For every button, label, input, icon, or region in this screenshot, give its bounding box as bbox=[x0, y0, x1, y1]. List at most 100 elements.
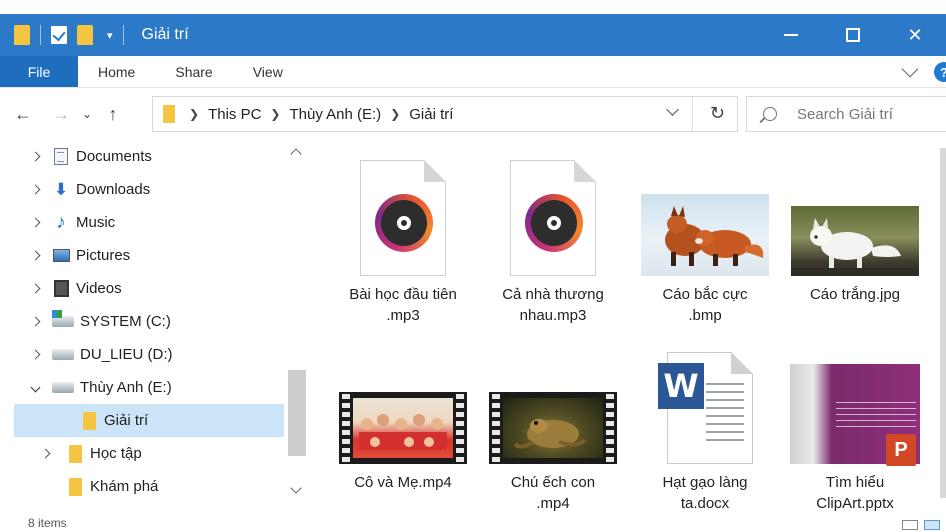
expand-icon[interactable] bbox=[30, 184, 42, 196]
file-name: Tìm hiểu ClipArt.pptx bbox=[816, 474, 894, 512]
nav-item-label: Khám phá bbox=[90, 478, 159, 495]
expand-icon[interactable] bbox=[30, 151, 42, 163]
search-box[interactable] bbox=[746, 96, 946, 132]
nav-item-pictures[interactable]: Pictures bbox=[0, 239, 284, 272]
nav-item-label: Documents bbox=[76, 148, 152, 165]
details-view-icon[interactable] bbox=[902, 520, 918, 530]
expand-icon[interactable] bbox=[30, 316, 42, 328]
breadcrumb-separator-icon[interactable]: ❯ bbox=[270, 107, 280, 121]
nav-item-system-c[interactable]: SYSTEM (C:) bbox=[0, 305, 284, 338]
audio-file-icon bbox=[510, 160, 596, 276]
window-title: Giải trí bbox=[141, 26, 189, 43]
nav-item-du-lieu-d[interactable]: DU_LIEU (D:) bbox=[0, 338, 284, 371]
content-scrollbar[interactable] bbox=[936, 140, 946, 510]
tab-view[interactable]: View bbox=[233, 56, 303, 87]
expand-icon[interactable] bbox=[30, 217, 42, 229]
window-controls: ✕ bbox=[760, 14, 946, 56]
breadcrumb-separator-icon[interactable]: ❯ bbox=[390, 107, 400, 121]
folder-icon bbox=[14, 25, 30, 45]
properties-icon[interactable] bbox=[51, 26, 67, 44]
tab-share[interactable]: Share bbox=[155, 56, 232, 87]
file-thumbnail: W bbox=[640, 344, 770, 464]
breadcrumb-separator-icon[interactable]: ❯ bbox=[189, 107, 199, 121]
expand-icon[interactable] bbox=[30, 349, 42, 361]
back-arrow-icon[interactable]: ← bbox=[8, 104, 38, 125]
nav-item-documents[interactable]: Documents bbox=[0, 140, 284, 173]
close-button[interactable]: ✕ bbox=[884, 14, 946, 56]
nav-item-giai-tri[interactable]: Giải trí bbox=[14, 404, 284, 437]
drive-icon bbox=[52, 346, 74, 364]
tab-file[interactable]: File bbox=[0, 56, 78, 87]
file-thumbnail: P bbox=[790, 344, 920, 466]
expand-icon[interactable] bbox=[30, 283, 42, 295]
folder-icon bbox=[80, 411, 98, 430]
scroll-down-icon[interactable] bbox=[290, 482, 302, 494]
customize-toolbar-dropdown-icon[interactable]: ▾ bbox=[107, 29, 113, 42]
minimize-icon bbox=[784, 34, 798, 36]
recent-locations-chevron-icon[interactable]: ⌄ bbox=[76, 107, 98, 121]
file-name: Bài học đầu tiên .mp3 bbox=[349, 286, 457, 324]
address-bar[interactable]: ❯ This PC ❯ Thùy Anh (E:) ❯ Giải trí ↻ bbox=[152, 96, 738, 132]
file-name: Cả nhà thương nhau.mp3 bbox=[502, 286, 604, 324]
title-bar: ▾ Giải trí ✕ bbox=[0, 14, 946, 56]
nav-item-kham-pha[interactable]: Khám phá bbox=[0, 470, 284, 503]
nav-item-videos[interactable]: Videos bbox=[0, 272, 284, 305]
maximize-button[interactable] bbox=[822, 14, 884, 56]
nav-item-hoc-tap[interactable]: Học tập bbox=[0, 437, 284, 470]
breadcrumb-drive-e[interactable]: Thùy Anh (E:) bbox=[289, 106, 381, 123]
file-thumbnail bbox=[488, 344, 618, 464]
search-input[interactable] bbox=[797, 105, 937, 123]
breadcrumb: ❯ This PC ❯ Thùy Anh (E:) ❯ Giải trí bbox=[189, 106, 453, 123]
maximize-icon bbox=[846, 28, 860, 42]
close-icon: ✕ bbox=[907, 24, 923, 45]
ribbon-right-controls: ? bbox=[901, 56, 946, 88]
nav-pane-scrollbar[interactable] bbox=[286, 140, 308, 510]
nav-item-label: Music bbox=[76, 214, 116, 231]
up-arrow-icon[interactable]: ↑ bbox=[98, 104, 128, 125]
image-thumbnail bbox=[791, 206, 919, 276]
address-history-dropdown-icon[interactable] bbox=[666, 103, 679, 116]
tab-home[interactable]: Home bbox=[78, 56, 155, 87]
nav-item-label: Pictures bbox=[76, 247, 131, 264]
drive-icon bbox=[52, 379, 74, 397]
breadcrumb-current-folder[interactable]: Giải trí bbox=[409, 106, 453, 123]
pictures-icon bbox=[52, 247, 70, 265]
quick-access-toolbar: ▾ bbox=[0, 14, 124, 56]
nav-item-label: Thùy Anh (E:) bbox=[80, 379, 172, 396]
expand-ribbon-chevron-icon[interactable] bbox=[901, 60, 919, 78]
forward-arrow-icon[interactable]: → bbox=[46, 104, 76, 125]
nav-item-thuy-anh-e[interactable]: Thùy Anh (E:) bbox=[0, 371, 284, 404]
collapse-icon[interactable] bbox=[30, 382, 42, 394]
image-thumbnail bbox=[641, 194, 769, 276]
video-thumbnail bbox=[489, 392, 617, 464]
file-name: Cô và Mẹ.mp4 bbox=[354, 474, 452, 491]
file-thumbnail bbox=[488, 156, 618, 276]
breadcrumb-this-pc[interactable]: This PC bbox=[208, 106, 261, 123]
navigation-row: ← → ⌄ ↑ ❯ This PC ❯ Thùy Anh (E:) ❯ Giải… bbox=[0, 94, 946, 134]
new-folder-icon[interactable] bbox=[77, 25, 93, 45]
videos-icon bbox=[52, 280, 70, 298]
nav-item-music[interactable]: ♪ Music bbox=[0, 206, 284, 239]
help-icon[interactable]: ? bbox=[934, 62, 946, 82]
expand-icon[interactable] bbox=[30, 250, 42, 262]
nav-item-label: Videos bbox=[76, 280, 122, 297]
powerpoint-thumbnail: P bbox=[790, 364, 920, 466]
refresh-icon[interactable]: ↻ bbox=[710, 103, 725, 124]
file-thumbnail bbox=[338, 344, 468, 464]
minimize-button[interactable] bbox=[760, 14, 822, 56]
search-icon bbox=[763, 107, 777, 121]
scrollbar-thumb[interactable] bbox=[288, 370, 306, 456]
nav-item-downloads[interactable]: ⬇ Downloads bbox=[0, 173, 284, 206]
item-count: 8 items bbox=[28, 516, 67, 530]
file-name: Chú ếch con .mp4 bbox=[510, 474, 596, 512]
expand-icon[interactable] bbox=[40, 448, 52, 460]
large-icons-view-icon[interactable] bbox=[924, 520, 940, 530]
music-note-icon: ♪ bbox=[56, 211, 66, 233]
file-thumbnail bbox=[640, 156, 770, 276]
scroll-up-icon[interactable] bbox=[290, 148, 302, 160]
toolbar-separator bbox=[40, 25, 41, 45]
file-list: Bài học đầu tiên .mp3 Cả nhà thương nhau.m… bbox=[318, 140, 930, 515]
scrollbar-track[interactable] bbox=[940, 148, 946, 498]
nav-item-label: SYSTEM (C:) bbox=[80, 313, 171, 330]
file-name: Cáo trắng.jpg bbox=[809, 286, 901, 303]
